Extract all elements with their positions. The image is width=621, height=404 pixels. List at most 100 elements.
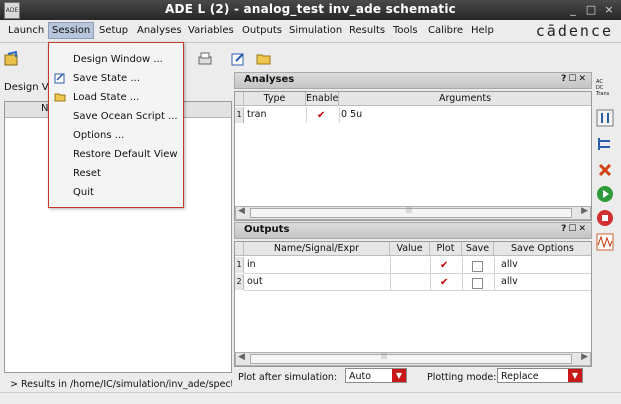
outputs-title: Outputs (244, 224, 290, 235)
grid-line (244, 273, 591, 274)
menu-item-restore-default-view[interactable]: Restore Default View (49, 145, 183, 164)
waveform-icon[interactable] (596, 233, 614, 251)
chevron-down-icon[interactable]: ▼ (392, 369, 406, 382)
outputs-dock-buttons[interactable]: ?☐✕ (561, 224, 588, 234)
menu-session[interactable]: Session (48, 22, 95, 39)
grid-line (339, 107, 340, 123)
design-variables-label: Design Va (4, 82, 54, 93)
outputs-plot-checkbox[interactable]: ✔ (440, 261, 450, 271)
menu-item-options[interactable]: Options ... (49, 126, 183, 145)
edit-icon[interactable] (230, 51, 246, 67)
analyses-arguments-cell[interactable]: 0 5u (341, 107, 362, 123)
menu-item-save-state[interactable]: Save State ... (49, 69, 183, 88)
scroll-right-icon[interactable]: ▶ (581, 206, 588, 216)
netlist-icon[interactable] (596, 135, 614, 153)
analyses-scroll-thumb[interactable]: ||| (250, 207, 572, 218)
status-message: > Results in /home/IC/simulation/inv_ade… (10, 379, 232, 390)
outputs-table[interactable]: Name/Signal/Expr Value Plot Save Save Op… (234, 241, 592, 367)
outputs-scroll-thumb[interactable]: ||| (250, 353, 572, 364)
analyses-hscrollbar[interactable]: ◀ ||| ▶ (235, 206, 591, 220)
print-icon[interactable] (197, 51, 213, 67)
outputs-col-value[interactable]: Value (390, 242, 430, 256)
analyses-col-enable[interactable]: Enable (306, 92, 339, 106)
grid-line (494, 257, 495, 290)
open-folder-icon[interactable] (256, 51, 272, 67)
status-divider (0, 392, 621, 393)
title-bar: ADE ADE L (2) - analog_test inv_ade sche… (0, 0, 621, 20)
outputs-save-options-cell[interactable]: allv (501, 274, 518, 290)
outputs-save-options-cell[interactable]: allv (501, 257, 518, 273)
menu-item-load-state[interactable]: Load State ... (49, 88, 183, 107)
plotting-mode-label: Plotting mode: (427, 372, 497, 383)
grid-line (462, 257, 463, 290)
window-title: ADE L (2) - analog_test inv_ade schemati… (165, 2, 456, 16)
menu-tools[interactable]: Tools (393, 25, 418, 36)
outputs-row-number: 1 (235, 257, 244, 273)
outputs-hscrollbar[interactable]: ◀ ||| ▶ (235, 352, 591, 366)
grid-line (430, 257, 431, 290)
grid-line (390, 257, 391, 290)
analyses-title: Analyses (244, 74, 295, 85)
plot-after-select[interactable]: Auto ▼ (345, 368, 407, 383)
analyses-dock-buttons[interactable]: ?☐✕ (561, 74, 588, 84)
plot-after-label: Plot after simulation: (238, 372, 338, 383)
outputs-corner (235, 242, 244, 256)
outputs-save-checkbox[interactable] (472, 261, 483, 272)
menu-analyses[interactable]: Analyses (137, 25, 182, 36)
stop-icon[interactable] (596, 209, 614, 227)
session-menu: Design Window ... Save State ... Load St… (48, 42, 184, 208)
outputs-dock-title: Outputs ?☐✕ (234, 222, 592, 239)
analyses-col-arguments[interactable]: Arguments (339, 92, 591, 106)
menu-launch[interactable]: Launch (8, 25, 44, 36)
outputs-col-name[interactable]: Name/Signal/Expr (244, 242, 390, 256)
menu-setup[interactable]: Setup (99, 25, 128, 36)
menu-variables[interactable]: Variables (188, 25, 234, 36)
outputs-signal-cell[interactable]: in (247, 257, 256, 273)
grid-line (306, 107, 307, 123)
load-state-icon (54, 93, 66, 102)
analyses-table[interactable]: Type Enable Arguments 1 tran ✔ 0 5u ◀ ||… (234, 91, 592, 221)
outputs-col-save[interactable]: Save (462, 242, 494, 256)
plotting-mode-select[interactable]: Replace ▼ (497, 368, 583, 383)
setup-icon[interactable] (596, 109, 614, 127)
launch-icon[interactable] (4, 51, 20, 67)
analyses-row-number: 1 (235, 107, 244, 123)
menu-item-quit[interactable]: Quit (49, 183, 183, 202)
analyses-corner (235, 92, 244, 106)
outputs-save-checkbox[interactable] (472, 278, 483, 289)
analyses-type-cell[interactable]: tran (247, 107, 266, 123)
analyses-enable-checkbox[interactable]: ✔ (317, 111, 327, 121)
plotting-mode-value: Replace (501, 371, 539, 382)
scroll-left-icon[interactable]: ◀ (238, 206, 245, 216)
analyses-col-type[interactable]: Type (244, 92, 306, 106)
menu-item-design-window[interactable]: Design Window ... (49, 50, 183, 69)
menu-bar: Launch Session Setup Analyses Variables … (0, 20, 621, 43)
analyses-dock-title: Analyses ?☐✕ (234, 72, 592, 89)
menu-help[interactable]: Help (471, 25, 494, 36)
plot-after-value: Auto (349, 371, 372, 382)
outputs-col-save-options[interactable]: Save Options (494, 242, 591, 256)
delete-icon[interactable] (596, 161, 614, 179)
menu-outputs[interactable]: Outputs (242, 25, 282, 36)
scroll-left-icon[interactable]: ◀ (238, 352, 245, 362)
outputs-plot-checkbox[interactable]: ✔ (440, 278, 450, 288)
maximize-button[interactable]: □ (584, 3, 598, 17)
outputs-signal-cell[interactable]: out (247, 274, 263, 290)
analysis-radio-group[interactable]: AC DC Trans (596, 79, 618, 105)
menu-calibre[interactable]: Calibre (428, 25, 463, 36)
chevron-down-icon[interactable]: ▼ (568, 369, 582, 382)
right-toolbar: AC DC Trans (593, 77, 617, 262)
outputs-col-plot[interactable]: Plot (430, 242, 462, 256)
grid-line (244, 290, 591, 291)
menu-results[interactable]: Results (349, 25, 385, 36)
menu-simulation[interactable]: Simulation (289, 25, 342, 36)
outputs-row-number: 2 (235, 274, 244, 290)
menu-item-save-ocean-script[interactable]: Save Ocean Script ... (49, 107, 183, 126)
close-button[interactable]: × (602, 3, 616, 17)
minimize-button[interactable]: _ (566, 3, 580, 17)
scroll-right-icon[interactable]: ▶ (581, 352, 588, 362)
radio-trans[interactable]: Trans (596, 91, 618, 97)
menu-item-reset[interactable]: Reset (49, 164, 183, 183)
run-icon[interactable] (596, 185, 614, 203)
cadence-logo: cādence (535, 22, 613, 40)
